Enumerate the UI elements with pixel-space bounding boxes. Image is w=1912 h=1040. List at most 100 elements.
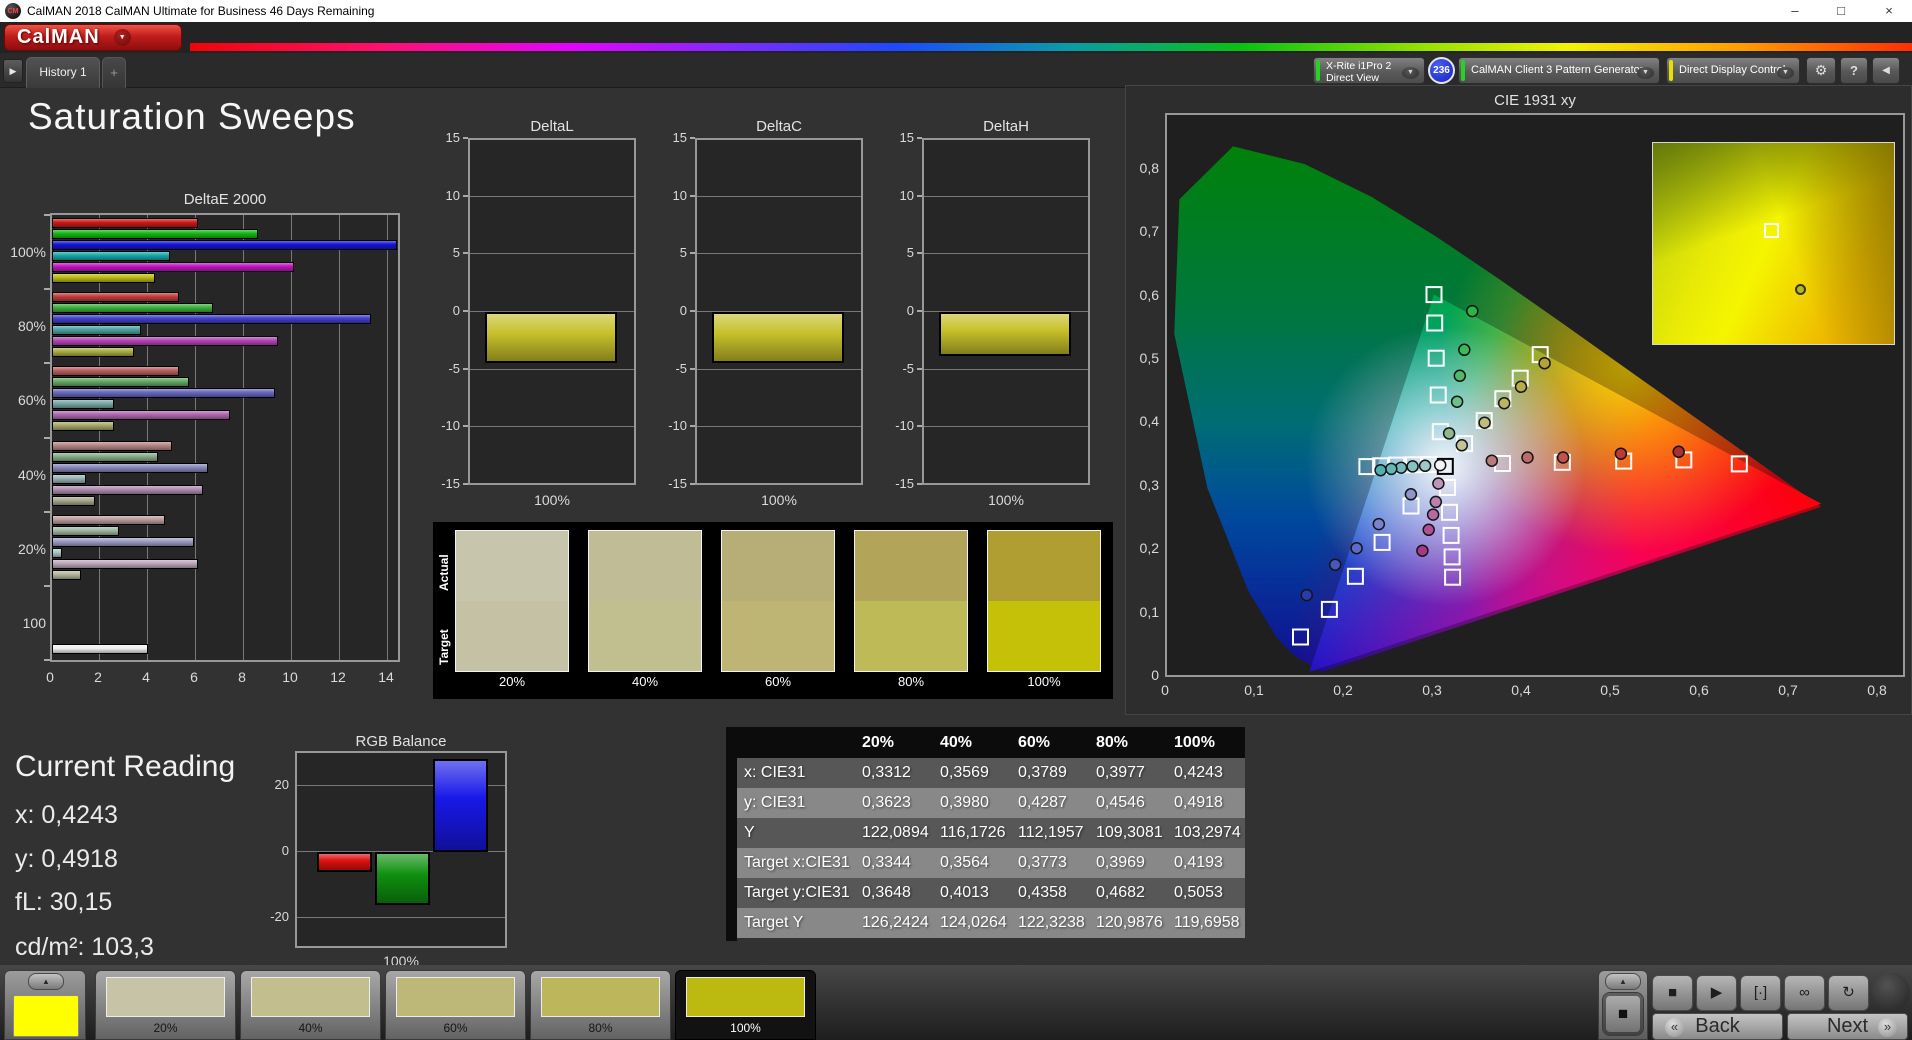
loop-infinite-button[interactable]: ∞ [1784,975,1825,1011]
app-header: CalMAN ▼ [0,22,1912,53]
pattern-button-100%[interactable]: 100% [675,970,816,1040]
deltae-bar-40%-red [52,441,172,451]
stop-pattern-button[interactable]: ■ [1602,992,1644,1036]
reading-x: x: 0,4243 [15,801,118,830]
delta-y-tick [463,252,468,254]
free-color-swatch[interactable] [13,995,79,1037]
delta-y-label: 15 [653,130,687,145]
pattern-label: 20% [96,1021,235,1035]
delta-y-tick [690,195,695,197]
delta-chart-title: DeltaH [922,118,1090,135]
table-cell: 119,6958 [1167,908,1245,938]
swatch-target [456,601,568,671]
table-row: Target y:CIE310,36480,40130,43580,46820,… [737,878,1245,908]
inset-target-marker [1764,223,1779,238]
deltae-y-tick [44,659,50,661]
delta-chart-title: DeltaC [695,118,863,135]
cie-measured-magenta [1433,478,1444,489]
stop-button[interactable]: ■ [1652,975,1693,1011]
delta-y-label: -15 [880,476,914,491]
back-button[interactable]: « Back [1652,1013,1783,1040]
collapse-panel-icon[interactable]: ◀ [1872,57,1900,84]
table-row: x: CIE310,33120,35690,37890,39770,4243 [737,758,1245,788]
maximize-button[interactable]: □ [1818,0,1864,22]
table-row: Target x:CIE310,33440,35640,37730,39690,… [737,848,1245,878]
pattern-source-button[interactable]: CalMAN Client 3 Pattern Generator ▼ [1458,57,1660,84]
pattern-button-40%[interactable]: 40% [240,970,381,1040]
delta-gridline [470,426,634,427]
help-icon[interactable]: ? [1840,57,1868,84]
tab-history-1[interactable]: History 1 [26,57,100,88]
cie-x-label: 0,8 [1862,682,1892,698]
expand-transport-button[interactable]: ▲ [1605,973,1641,990]
table-cell: 0,4193 [1167,848,1245,878]
current-reading-heading: Current Reading [15,750,235,784]
add-tab-button[interactable]: + [102,57,126,88]
cie-x-label: 0 [1150,682,1180,698]
minimize-button[interactable]: – [1772,0,1818,22]
delta-gridline [470,369,634,370]
delta-y-label: 5 [880,245,914,260]
cie-measured-yellow [1499,398,1510,409]
delta-gridline [697,426,861,427]
pattern-button-80%[interactable]: 80% [530,970,671,1040]
table-cell: 124,0264 [933,908,1011,938]
cie-measured-yellow [1516,381,1527,392]
source-status-stripe [1461,60,1465,81]
pattern-window-button[interactable]: [·] [1740,975,1781,1011]
rgb-bar-red [317,852,372,872]
tab-scroll-button[interactable]: ▶ [3,59,23,83]
close-button[interactable]: × [1866,0,1912,22]
delta-gridline [697,253,861,254]
deltae-bar-60%-yellow [52,421,114,431]
meter-status-stripe [1316,60,1320,81]
deltae-y-tick [44,437,50,439]
rgb-y-label: 0 [249,843,289,858]
gear-icon[interactable]: ⚙ [1806,57,1836,84]
expand-patterns-button[interactable]: ▲ [28,973,64,990]
table-cell: 103,2974 [1167,818,1245,848]
pattern-chip [396,977,515,1017]
cie-measured-magenta [1428,509,1439,520]
cie-measured-green [1467,306,1478,317]
table-col-header: 100% [1167,727,1245,758]
deltae-x-label: 0 [36,669,64,685]
pattern-button-60%[interactable]: 60% [385,970,526,1040]
row-label: Target y:CIE31 [737,878,855,908]
delta-y-tick [463,137,468,139]
actual-target-swatch-panel: Actual Target 20%40%60%80%100% [433,522,1113,699]
deltae-bar-80%-cyan [52,325,141,335]
swatch-actual [456,531,568,601]
calman-logo: CalMAN [17,26,100,49]
deltae-bar-100%-magenta [52,262,294,272]
cie-measured-red [1673,446,1684,457]
delta-bar-deltal [485,312,617,363]
pattern-button-20%[interactable]: 20% [95,970,236,1040]
cie-y-label: 0,3 [1125,477,1159,493]
meter-count-badge[interactable]: 236 [1428,57,1455,84]
play-button[interactable]: ▶ [1696,975,1737,1011]
table-col-header: 40% [933,727,1011,758]
delta-gridline [924,369,1088,370]
saturation-swatch-80% [854,530,968,672]
next-label: Next [1827,1015,1868,1037]
delta-y-label: 5 [653,245,687,260]
saturation-swatch-100% [987,530,1101,672]
row-label: y: CIE31 [737,788,855,818]
cie-x-label: 0,1 [1239,682,1269,698]
delta-gridline [924,253,1088,254]
deltae-bar-60%-blue [52,388,275,398]
delta-bar-deltac [712,312,844,363]
transport-knob[interactable] [1872,973,1910,1011]
next-button[interactable]: Next » [1787,1013,1908,1040]
refresh-button[interactable]: ↻ [1828,975,1869,1011]
table-cell: 0,3977 [1089,758,1167,788]
table-cell: 122,0894 [855,818,933,848]
cie-chart-title: CIE 1931 xy [1165,92,1905,109]
calman-menu-button[interactable]: CalMAN ▼ [4,24,182,51]
deltae-chart [50,213,400,662]
table-cell: 0,3569 [933,758,1011,788]
deltae-y-label: 60% [0,392,46,408]
display-control-button[interactable]: Direct Display Control ▼ [1666,57,1800,84]
meter-button[interactable]: X-Rite i1Pro 2 Direct View ▼ [1313,57,1425,84]
